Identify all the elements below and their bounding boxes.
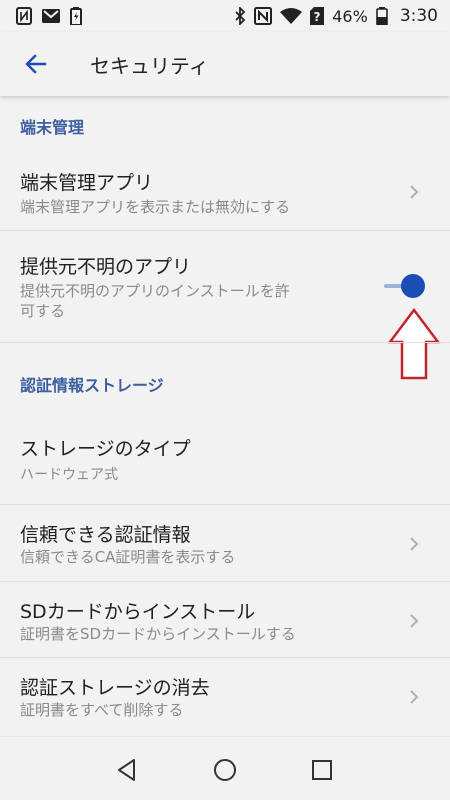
storage-type-item: ストレージのタイプ ハードウェア式 xyxy=(0,414,450,492)
divider xyxy=(0,581,450,582)
battery-small-icon xyxy=(70,7,82,25)
page-title: セキュリティ xyxy=(90,53,209,78)
settings-list: 端末管理 端末管理アプリ 端末管理アプリを表示または無効にする 提供元不明のアプ… xyxy=(0,96,450,736)
trusted-credentials-item[interactable]: 信頼できる認証情報 信頼できるCA証明書を表示する xyxy=(0,506,450,580)
clock: 3:30 xyxy=(399,6,438,26)
app-bar: セキュリティ xyxy=(0,32,450,96)
device-admin-apps-subtitle: 端末管理アプリを表示または無効にする xyxy=(20,198,291,216)
status-right-icons: ? 46% 3:30 xyxy=(234,6,438,26)
install-from-sd-title: SDカードからインストール xyxy=(20,601,256,623)
bluetooth-icon xyxy=(235,7,246,25)
unknown-sources-toggle[interactable] xyxy=(380,272,430,302)
nfc-tag-icon xyxy=(16,7,32,25)
section-header-device-admin: 端末管理 xyxy=(20,118,85,137)
unknown-sources-title: 提供元不明のアプリ xyxy=(20,256,192,278)
battery-icon xyxy=(376,7,388,25)
mail-icon xyxy=(42,9,60,23)
divider xyxy=(0,342,450,343)
section-header-credential-storage: 認証情報ストレージ xyxy=(20,376,164,395)
arrow-left-icon xyxy=(25,54,47,74)
clear-credentials-title: 認証ストレージの消去 xyxy=(20,677,210,699)
nfc-icon xyxy=(254,7,273,25)
back-triangle-icon[interactable] xyxy=(112,755,142,785)
storage-type-title: ストレージのタイプ xyxy=(20,438,191,460)
recents-square-icon[interactable] xyxy=(307,755,337,785)
trusted-credentials-subtitle: 信頼できるCA証明書を表示する xyxy=(20,548,236,566)
status-left-icons xyxy=(16,7,82,25)
sim-alert-icon: ? xyxy=(310,7,325,25)
device-admin-apps-title: 端末管理アプリ xyxy=(20,172,154,194)
chevron-right-icon xyxy=(410,537,419,551)
storage-type-value: ハードウェア式 xyxy=(20,467,118,483)
status-bar: ? 46% 3:30 xyxy=(0,0,450,32)
trusted-credentials-title: 信頼できる認証情報 xyxy=(20,524,191,546)
install-from-sd-item[interactable]: SDカードからインストール 証明書をSDカードからインストールする xyxy=(0,583,450,657)
home-circle-icon[interactable] xyxy=(210,755,240,785)
divider xyxy=(0,657,450,658)
toggle-thumb xyxy=(401,274,425,298)
navigation-bar xyxy=(0,736,450,800)
divider xyxy=(0,230,450,231)
svg-text:?: ? xyxy=(314,10,321,24)
unknown-sources-subtitle-line2: 可する xyxy=(20,302,66,320)
unknown-sources-subtitle-line1: 提供元不明のアプリのインストールを許 xyxy=(20,282,290,300)
back-button[interactable] xyxy=(8,36,64,92)
install-from-sd-subtitle: 証明書をSDカードからインストールする xyxy=(20,625,296,643)
divider xyxy=(0,504,450,505)
wifi-icon xyxy=(280,8,303,24)
battery-percentage: 46% xyxy=(332,6,368,26)
device-admin-apps-item[interactable]: 端末管理アプリ 端末管理アプリを表示または無効にする xyxy=(0,148,450,228)
chevron-right-icon xyxy=(410,185,419,199)
red-up-arrow-icon xyxy=(387,308,441,380)
chevron-right-icon xyxy=(410,614,419,628)
chevron-right-icon xyxy=(410,690,419,704)
clear-credentials-item[interactable]: 認証ストレージの消去 証明書をすべて削除する xyxy=(0,659,450,733)
clear-credentials-subtitle: 証明書をすべて削除する xyxy=(20,701,184,719)
